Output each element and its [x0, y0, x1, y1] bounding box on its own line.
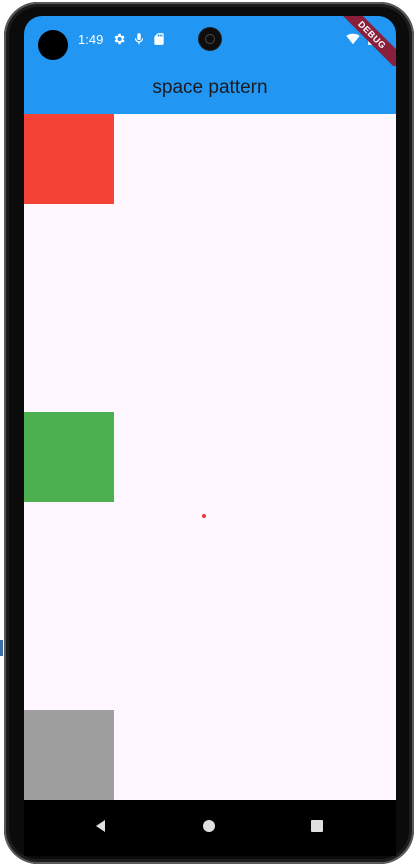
recents-icon[interactable] [305, 814, 329, 838]
side-button [0, 640, 3, 656]
pattern-area [24, 114, 396, 800]
settings-icon [114, 33, 125, 45]
sd-card-icon [154, 33, 164, 45]
grey-square [24, 710, 114, 800]
notification-dot-icon [38, 30, 68, 60]
navigation-bar [24, 800, 396, 856]
app-bar: space pattern [24, 66, 396, 114]
green-square [24, 412, 114, 502]
back-icon[interactable] [89, 814, 113, 838]
home-icon[interactable] [197, 814, 221, 838]
status-time: 1:49 [78, 32, 104, 47]
microphone-icon [134, 33, 144, 45]
front-camera [199, 28, 221, 50]
device: 1:49 DEBUG space pattern [0, 0, 420, 868]
phone-screen: 1:49 DEBUG space pattern [24, 16, 396, 856]
red-square [24, 114, 114, 204]
app-bar-title: space pattern [152, 77, 268, 98]
status-bar: 1:49 DEBUG [24, 16, 396, 74]
center-marker [202, 514, 206, 518]
wifi-icon [346, 33, 360, 45]
